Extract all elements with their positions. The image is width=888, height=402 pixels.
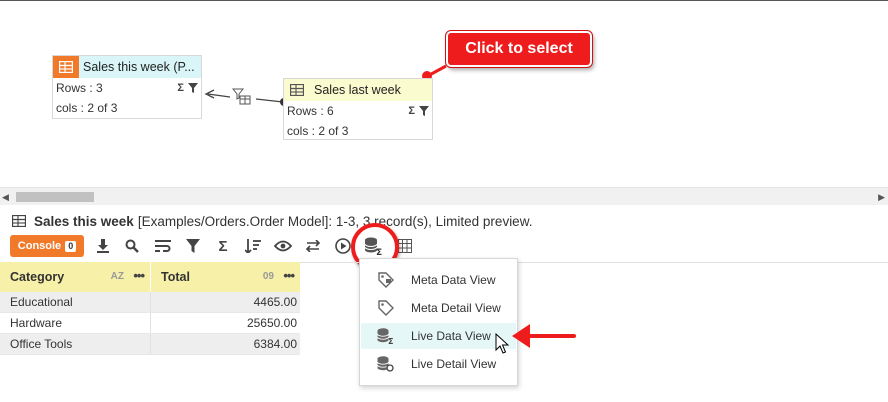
table-icon bbox=[12, 215, 26, 227]
data-grid: Category AZ ••• Total 09 ••• Educational… bbox=[0, 262, 300, 355]
database-gear-icon bbox=[361, 356, 411, 372]
tag-data-icon bbox=[361, 272, 411, 288]
console-count-badge: 0 bbox=[65, 240, 77, 252]
database-sum-icon: Σ bbox=[361, 328, 411, 344]
node-sales-this-week[interactable]: Sales this week (P... Rows : 3 Σ cols : … bbox=[52, 55, 202, 119]
sigma-icon[interactable]: Σ bbox=[212, 235, 234, 257]
node-rows: Rows : 3 bbox=[56, 81, 103, 95]
menu-item-meta-detail-view[interactable]: Meta Detail View bbox=[361, 295, 516, 321]
table-row[interactable]: Office Tools 6384.00 bbox=[0, 334, 300, 355]
table-row[interactable]: Hardware 25650.00 bbox=[0, 313, 300, 334]
menu-item-live-data-view[interactable]: Σ Live Data View bbox=[361, 323, 516, 349]
node-cols: cols : 2 of 3 bbox=[287, 124, 349, 138]
search-icon[interactable] bbox=[121, 235, 143, 257]
cell-total[interactable]: 25650.00 bbox=[151, 313, 300, 333]
svg-text:Σ: Σ bbox=[388, 337, 393, 344]
horizontal-scrollbar[interactable]: ◀ ▶ bbox=[0, 187, 888, 205]
preview-title: Sales this week bbox=[34, 213, 134, 229]
menu-item-meta-data-view[interactable]: Meta Data View bbox=[361, 267, 516, 293]
sort-icon[interactable] bbox=[242, 235, 264, 257]
scroll-left-icon[interactable]: ◀ bbox=[2, 192, 9, 203]
filter-table-icon[interactable] bbox=[232, 88, 252, 106]
sigma-icon[interactable]: Σ bbox=[408, 105, 415, 117]
sigma-icon[interactable]: Σ bbox=[177, 82, 184, 94]
swap-icon[interactable] bbox=[302, 235, 324, 257]
column-menu-icon[interactable]: ••• bbox=[283, 268, 295, 283]
column-label: Category bbox=[10, 270, 65, 284]
column-header-category[interactable]: Category AZ ••• bbox=[0, 262, 151, 292]
grid-header: Category AZ ••• Total 09 ••• bbox=[0, 262, 300, 292]
column-label: Total bbox=[161, 270, 190, 284]
scrollbar-thumb[interactable] bbox=[16, 192, 94, 202]
scroll-right-icon[interactable]: ▶ bbox=[878, 192, 885, 203]
wrap-icon[interactable] bbox=[152, 235, 174, 257]
eye-icon[interactable] bbox=[272, 235, 294, 257]
node-header[interactable]: Sales last week bbox=[284, 79, 432, 101]
column-header-total[interactable]: Total 09 ••• bbox=[151, 262, 300, 292]
type-az-icon: AZ bbox=[110, 271, 124, 282]
menu-item-live-detail-view[interactable]: Live Detail View bbox=[361, 351, 516, 377]
node-rows: Rows : 6 bbox=[287, 104, 334, 118]
preview-detail: [Examples/Orders.Order Model]: 1-3, 3 re… bbox=[137, 213, 533, 229]
table-icon bbox=[284, 79, 310, 101]
node-title: Sales last week bbox=[314, 83, 401, 97]
cell-category[interactable]: Educational bbox=[0, 292, 151, 312]
download-icon[interactable] bbox=[92, 235, 114, 257]
view-mode-menu: Meta Data View Meta Detail View Σ Live D… bbox=[359, 258, 518, 386]
click-to-select-callout: Click to select bbox=[446, 31, 592, 67]
console-label: Console bbox=[17, 240, 62, 252]
filter-icon[interactable] bbox=[182, 235, 204, 257]
menu-item-label: Live Detail View bbox=[411, 357, 497, 371]
menu-item-label: Meta Data View bbox=[411, 273, 496, 287]
node-cols: cols : 2 of 3 bbox=[56, 101, 118, 115]
menu-item-label: Meta Detail View bbox=[411, 301, 501, 315]
cell-total[interactable]: 4465.00 bbox=[151, 292, 300, 312]
table-icon bbox=[53, 56, 79, 78]
model-canvas[interactable]: Sales this week (P... Rows : 3 Σ cols : … bbox=[0, 1, 888, 187]
type-09-icon: 09 bbox=[262, 271, 274, 282]
node-title: Sales this week (P... bbox=[83, 60, 195, 74]
console-button[interactable]: Console 0 bbox=[10, 235, 84, 257]
menu-item-label: Live Data View bbox=[411, 329, 491, 343]
table-row[interactable]: Educational 4465.00 bbox=[0, 292, 300, 313]
cell-total[interactable]: 6384.00 bbox=[151, 334, 300, 354]
annotation-arrow bbox=[512, 324, 576, 348]
node-sales-last-week[interactable]: Sales last week Rows : 6 Σ cols : 2 of 3 bbox=[283, 78, 433, 140]
cell-category[interactable]: Office Tools bbox=[0, 334, 151, 354]
cell-category[interactable]: Hardware bbox=[0, 313, 151, 333]
tag-icon bbox=[361, 300, 411, 316]
node-header[interactable]: Sales this week (P... bbox=[53, 56, 201, 78]
column-menu-icon[interactable]: ••• bbox=[133, 268, 145, 283]
filter-icon[interactable] bbox=[419, 106, 429, 116]
filter-icon[interactable] bbox=[188, 83, 198, 93]
preview-info: Sales this week [Examples/Orders.Order M… bbox=[12, 212, 532, 230]
